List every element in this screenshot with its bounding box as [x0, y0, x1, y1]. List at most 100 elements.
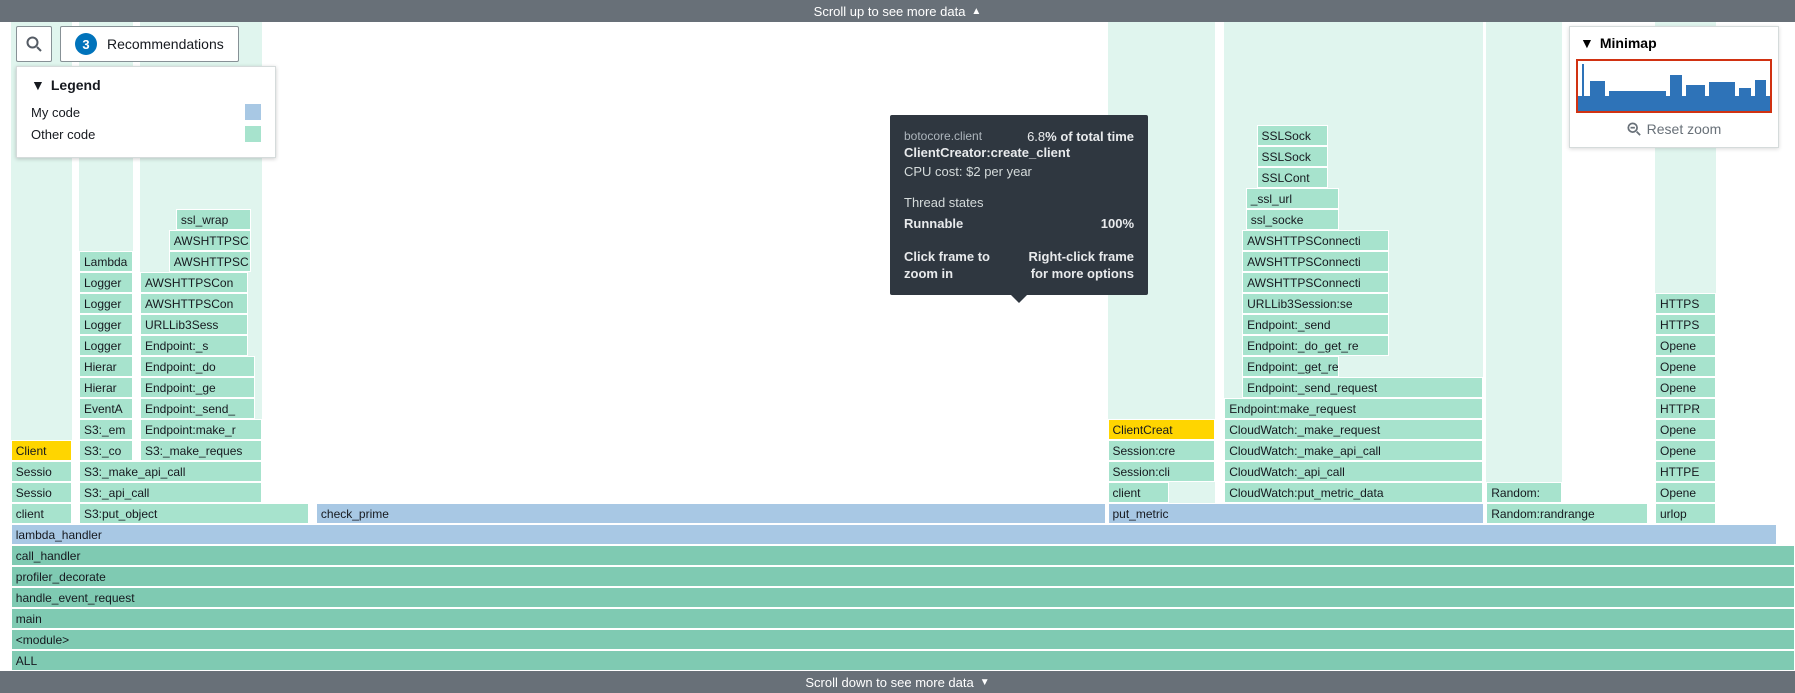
scroll-down-hint[interactable]: Scroll down to see more data ▼ [0, 671, 1795, 693]
flame-frame[interactable]: Logger [79, 314, 133, 335]
flame-frame[interactable]: Endpoint:_ge [140, 377, 255, 398]
toolbar: 3 Recommendations [16, 26, 239, 62]
tooltip-thread-states-label: Thread states [904, 195, 1134, 210]
flame-frame[interactable]: Opene [1655, 419, 1716, 440]
tooltip-function: ClientCreator:create_client [904, 145, 1134, 160]
flame-frame[interactable]: profiler_decorate [11, 566, 1795, 587]
minimap-panel: ▼ Minimap Reset zoom [1569, 26, 1779, 148]
flame-frame[interactable]: Endpoint:_get_respo [1242, 356, 1339, 377]
flame-frame[interactable]: Sessio [11, 461, 72, 482]
flame-frame[interactable]: AWSHTTPSC [169, 230, 252, 251]
flame-frame[interactable]: Endpoint:_s [140, 335, 248, 356]
flame-frame[interactable]: S3:put_object [79, 503, 309, 524]
flame-frame[interactable]: Endpoint:_do_get_re [1242, 335, 1389, 356]
flame-frame[interactable]: S3:_em [79, 419, 133, 440]
flame-frame[interactable]: Logger [79, 272, 133, 293]
flame-frame[interactable]: HTTPS [1655, 314, 1716, 335]
flame-frame[interactable]: Sessio [11, 482, 72, 503]
search-button[interactable] [16, 26, 52, 62]
search-icon [26, 36, 42, 52]
flame-frame[interactable]: URLLib3Sess [140, 314, 248, 335]
flame-frame[interactable]: Endpoint:_send_ [140, 398, 255, 419]
scroll-up-hint[interactable]: Scroll up to see more data ▲ [0, 0, 1795, 22]
flame-frame[interactable]: AWSHTTPSC [169, 251, 252, 272]
flame-frame[interactable]: AWSHTTPSConnecti [1242, 230, 1389, 251]
flame-frame[interactable]: main [11, 608, 1795, 629]
flame-frame[interactable]: CloudWatch:_make_api_call [1224, 440, 1482, 461]
flame-frame[interactable]: ssl_wrap [176, 209, 251, 230]
tooltip-state-value: 100% [1101, 216, 1134, 231]
flame-frame[interactable]: S3:_co [79, 440, 133, 461]
flame-frame[interactable]: HTTPE [1655, 461, 1716, 482]
flame-frame[interactable]: Endpoint:_send [1242, 314, 1389, 335]
flame-frame[interactable]: Session:cre [1108, 440, 1216, 461]
flame-frame[interactable]: SSLSock [1257, 146, 1329, 167]
flame-frame[interactable]: Endpoint:make_r [140, 419, 262, 440]
flame-frame[interactable]: Opene [1655, 377, 1716, 398]
flame-frame[interactable]: ALL [11, 650, 1795, 671]
flame-frame[interactable]: HTTPR [1655, 398, 1716, 419]
flame-frame[interactable]: Opene [1655, 356, 1716, 377]
chevron-down-icon: ▼ [31, 77, 45, 93]
flame-frame[interactable]: Client [11, 440, 72, 461]
flame-frame[interactable]: check_prime [316, 503, 1106, 524]
flame-frame[interactable]: S3:_make_reques [140, 440, 262, 461]
flame-frame[interactable]: AWSHTTPSConnecti [1242, 251, 1389, 272]
flame-frame[interactable]: SSLSock [1257, 125, 1329, 146]
chevron-down-icon: ▼ [1580, 35, 1594, 51]
flame-frame[interactable]: AWSHTTPSConnecti [1242, 272, 1389, 293]
flame-frame[interactable]: S3:_make_api_call [79, 461, 262, 482]
flame-frame[interactable]: <module> [11, 629, 1795, 650]
flame-frame[interactable]: Logger [79, 335, 133, 356]
flame-frame[interactable]: client [1108, 482, 1169, 503]
flame-frame[interactable]: ClientCreat [1108, 419, 1216, 440]
flame-frame[interactable]: lambda_handler [11, 524, 1777, 545]
recommendations-button[interactable]: 3 Recommendations [60, 26, 239, 62]
flame-frame[interactable]: CloudWatch:_api_call [1224, 461, 1482, 482]
flame-frame[interactable]: HTTPS [1655, 293, 1716, 314]
flame-frame[interactable]: Endpoint:make_request [1224, 398, 1482, 419]
flame-frame[interactable]: put_metric [1108, 503, 1485, 524]
flame-frame[interactable]: S3:_api_call [79, 482, 262, 503]
flame-frame[interactable]: Endpoint:_send_request [1242, 377, 1483, 398]
flame-frame[interactable]: AWSHTTPSCon [140, 293, 248, 314]
recommendations-label: Recommendations [107, 36, 224, 52]
minimap-toggle[interactable]: ▼ Minimap [1570, 27, 1778, 59]
flame-frame[interactable]: SSLCont [1257, 167, 1329, 188]
flame-frame[interactable]: urlop [1655, 503, 1716, 524]
legend-title: Legend [51, 77, 101, 93]
flame-frame[interactable]: URLLib3Session:se [1242, 293, 1389, 314]
flame-frame[interactable]: client [11, 503, 72, 524]
legend-item-mycode: My code [31, 101, 261, 123]
minimap-canvas[interactable] [1576, 59, 1772, 113]
legend-swatch [245, 126, 261, 142]
flame-frame[interactable]: ssl_socke [1246, 209, 1339, 230]
flame-frame[interactable]: AWSHTTPSCon [140, 272, 248, 293]
flame-frame[interactable]: Random: [1486, 482, 1561, 503]
flame-frame[interactable]: EventA [79, 398, 133, 419]
flame-frame[interactable]: Session:cli [1108, 461, 1216, 482]
legend-swatch [245, 104, 261, 120]
flame-frame[interactable]: Lambda [79, 251, 133, 272]
flame-frame[interactable]: Opene [1655, 482, 1716, 503]
flame-frame[interactable]: Logger [79, 293, 133, 314]
flame-frame[interactable]: CloudWatch:_make_request [1224, 419, 1482, 440]
flame-frame[interactable]: Opene [1655, 335, 1716, 356]
flame-frame[interactable]: Hierar [79, 356, 133, 377]
flame-frame[interactable]: _ssl_url [1246, 188, 1339, 209]
reset-zoom-button[interactable]: Reset zoom [1570, 113, 1778, 147]
flame-frame[interactable]: handle_event_request [11, 587, 1795, 608]
tooltip-right-hint: Right-click frame for more options [1024, 249, 1134, 283]
tooltip-state-name: Runnable [904, 216, 963, 231]
flame-frame[interactable]: Hierar [79, 377, 133, 398]
flame-frame[interactable]: Opene [1655, 440, 1716, 461]
tooltip-left-hint: Click frame to zoom in [904, 249, 1014, 283]
flame-frame[interactable]: call_handler [11, 545, 1795, 566]
flame-frame[interactable]: Random:randrange [1486, 503, 1648, 524]
chevron-down-icon: ▼ [980, 677, 990, 688]
frame-tooltip: 6.8% of total time botocore.client Clien… [890, 115, 1148, 295]
legend-toggle[interactable]: ▼ Legend [31, 77, 261, 93]
flame-frame[interactable]: Endpoint:_do [140, 356, 255, 377]
legend-item-label: My code [31, 105, 80, 120]
flame-frame[interactable]: CloudWatch:put_metric_data [1224, 482, 1482, 503]
